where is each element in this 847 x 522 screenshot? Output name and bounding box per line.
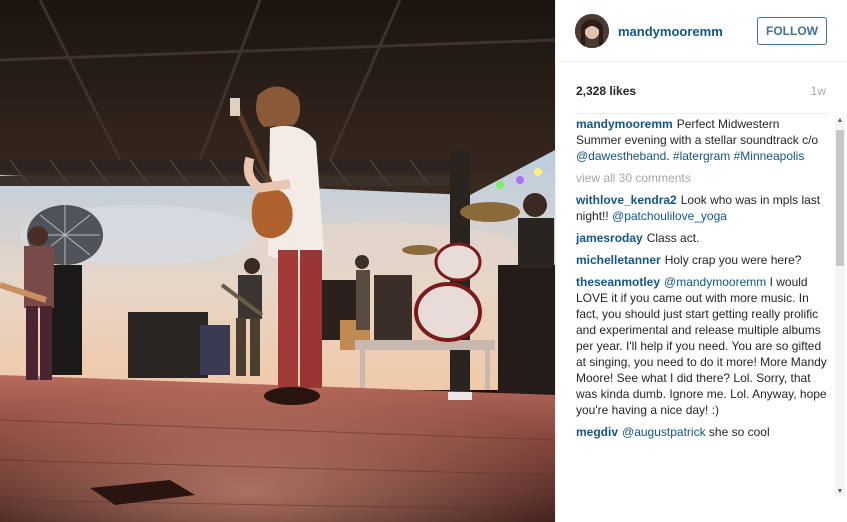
comment-text: Class act. <box>646 231 700 245</box>
comment-item: michelletanner Holy crap you were here? <box>576 252 828 268</box>
post-header: mandymooremm FOLLOW <box>556 0 847 62</box>
hashtag-latergram[interactable]: #latergram <box>673 149 730 163</box>
caption-username[interactable]: mandymooremm <box>576 117 673 131</box>
comments-scrollbar[interactable]: ▲ ▼ <box>835 116 845 497</box>
post-stats: 2,328 likes 1w <box>556 62 847 114</box>
comment-text: she so cool <box>705 425 770 439</box>
comment-text: I would LOVE it if you came out with mor… <box>576 275 827 417</box>
post-photo[interactable] <box>0 0 555 522</box>
comment-item: megdiv @augustpatrick she so cool <box>576 424 828 440</box>
comment-username[interactable]: michelletanner <box>576 253 661 267</box>
post-age[interactable]: 1w <box>811 84 826 98</box>
comment-mention[interactable]: @augustpatrick <box>622 425 706 439</box>
comment-username[interactable]: megdiv <box>576 425 618 439</box>
post-sidebar: mandymooremm FOLLOW 2,328 likes 1w mandy… <box>555 0 847 522</box>
caption-mention[interactable]: @dawestheband <box>576 149 666 163</box>
triangle-down-icon[interactable]: ▼ <box>835 487 845 497</box>
comment-item: withlove_kendra2 Look who was in mpls las… <box>576 192 828 224</box>
triangle-up-icon[interactable]: ▲ <box>835 116 845 126</box>
view-all-comments-link[interactable]: view all 30 comments <box>576 170 828 186</box>
divider <box>576 113 828 114</box>
comment-item: theseanmotley @mandymooremm I would LOVE … <box>576 274 828 418</box>
follow-button[interactable]: FOLLOW <box>757 17 827 45</box>
concert-image <box>0 0 555 522</box>
comment-mention[interactable]: @patchoulilove_yoga <box>612 209 727 223</box>
comment-username[interactable]: jamesroday <box>576 231 643 245</box>
scrollbar-thumb[interactable] <box>836 130 844 266</box>
caption-text: . <box>666 149 673 163</box>
avatar-image <box>575 14 609 48</box>
comment-username[interactable]: theseanmotley <box>576 275 660 289</box>
likes-count[interactable]: 2,328 likes <box>576 84 636 98</box>
hashtag-minneapolis[interactable]: #Minneapolis <box>734 149 805 163</box>
caption: mandymooremm Perfect Midwestern Summer ev… <box>576 116 828 164</box>
comment-item: jamesroday Class act. <box>576 230 828 246</box>
header-username[interactable]: mandymooremm <box>618 24 723 39</box>
user-avatar[interactable] <box>575 14 609 48</box>
panel-footer <box>556 498 847 522</box>
comment-text: Holy crap you were here? <box>664 253 802 267</box>
comments-list: mandymooremm Perfect Midwestern Summer ev… <box>576 116 828 498</box>
comment-username[interactable]: withlove_kendra2 <box>576 193 677 207</box>
post-viewer: mandymooremm FOLLOW 2,328 likes 1w mandy… <box>0 0 847 522</box>
comment-mention[interactable]: @mandymooremm <box>664 275 766 289</box>
